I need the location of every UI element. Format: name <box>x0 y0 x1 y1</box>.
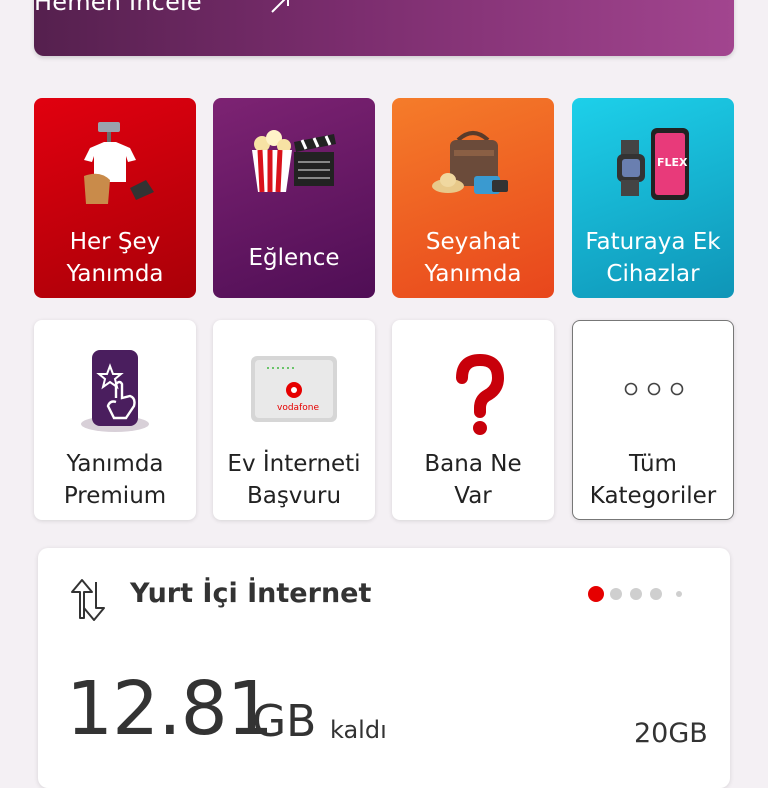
tile-faturaya-ek-cihazlar[interactable]: FLEX Faturaya Ek Cihazlar <box>572 98 734 298</box>
tile-seyahat-yanimda[interactable]: Seyahat Yanımda <box>392 98 554 298</box>
page-dot[interactable] <box>610 588 622 600</box>
page-dot[interactable] <box>630 588 642 600</box>
internet-usage-card[interactable]: Yurt İçi İnternet 12.81 GB kaldı 20GB <box>38 548 730 788</box>
banner-text[interactable]: Hemen İncele <box>34 0 202 16</box>
tile-label: Ev İnterneti Başvuru <box>227 451 361 509</box>
svg-text:vodafone: vodafone <box>277 403 319 413</box>
watch-phone-icon: FLEX <box>617 128 689 200</box>
tile-yanimda-premium[interactable]: Yanımda Premium <box>34 320 196 520</box>
tile-her-sey-yanimda[interactable]: Her Şey Yanımda <box>34 98 196 298</box>
popcorn-clapperboard-icon <box>252 130 336 193</box>
shopping-items-icon <box>84 122 154 204</box>
tile-label: Bana Ne Var <box>424 451 522 509</box>
tile-label: Her Şey Yanımda <box>66 229 164 287</box>
tile-label: Faturaya Ek Cihazlar <box>585 229 721 287</box>
tile-tum-kategoriler[interactable]: Tüm Kategoriler <box>572 320 734 520</box>
tile-label: Seyahat Yanımda <box>424 229 522 287</box>
page-dot[interactable] <box>676 591 682 597</box>
tile-label: Yanımda Premium <box>63 451 167 509</box>
remaining-label: kaldı <box>330 716 387 744</box>
tile-ev-interneti-basvuru[interactable]: vodafone Ev İnterneti Başvuru <box>213 320 375 520</box>
tile-label: Eğlence <box>248 245 340 271</box>
modem-icon: vodafone <box>251 356 337 422</box>
tile-label: Tüm Kategoriler <box>589 451 717 509</box>
total-quota: 20GB <box>634 718 708 749</box>
chevron-right-icon[interactable] <box>268 0 292 14</box>
tile-eglence[interactable]: Eğlence <box>213 98 375 298</box>
question-mark-icon <box>456 353 505 435</box>
more-dots-icon <box>624 382 684 396</box>
data-transfer-icon <box>71 579 105 621</box>
remaining-unit: GB <box>252 696 317 747</box>
remaining-amount: 12.81 <box>66 666 274 752</box>
premium-tap-icon <box>81 350 149 432</box>
page-dot[interactable] <box>650 588 662 600</box>
card-title: Yurt İçi İnternet <box>130 578 372 609</box>
page-dot-active[interactable] <box>588 586 604 602</box>
travel-bag-icon <box>432 131 508 194</box>
tile-bana-ne-var[interactable]: Bana Ne Var <box>392 320 554 520</box>
svg-text:FLEX: FLEX <box>657 156 688 169</box>
